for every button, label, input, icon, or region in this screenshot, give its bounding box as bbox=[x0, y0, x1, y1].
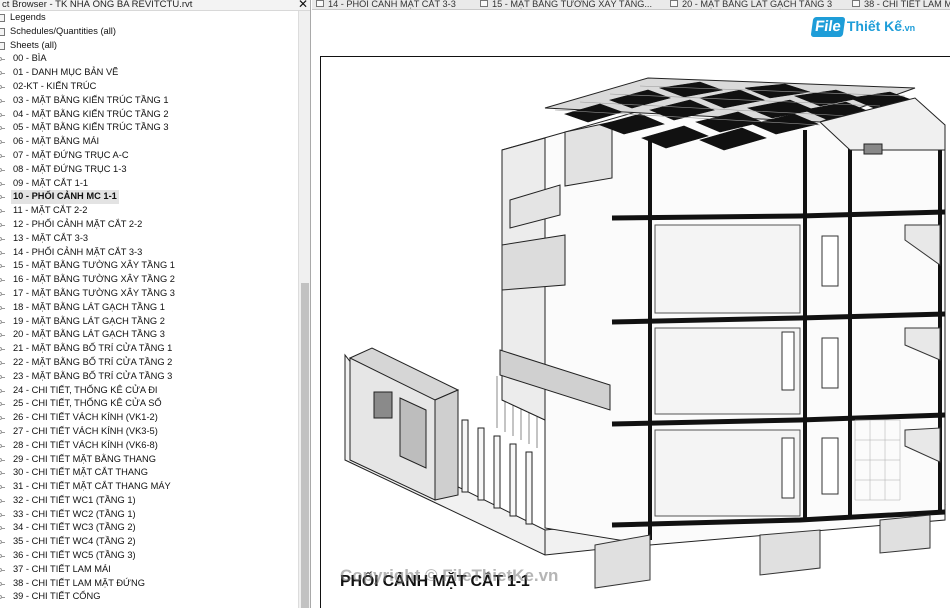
logo-text: Thiết Kế.vn bbox=[847, 16, 915, 38]
logo-file: File bbox=[810, 17, 846, 37]
logo-tld: .vn bbox=[902, 23, 916, 33]
revit-window: ct Browser - TK NHÀ ỐNG BA REVITCTU.rvt … bbox=[0, 0, 950, 608]
copyright-watermark: Copyright © FileThietKe.vn bbox=[340, 566, 559, 585]
perspective-section-drawing bbox=[344, 77, 946, 589]
logo-name: Thiết Kế bbox=[846, 18, 903, 34]
site-logo: File Thiết Kế.vn bbox=[810, 16, 915, 40]
